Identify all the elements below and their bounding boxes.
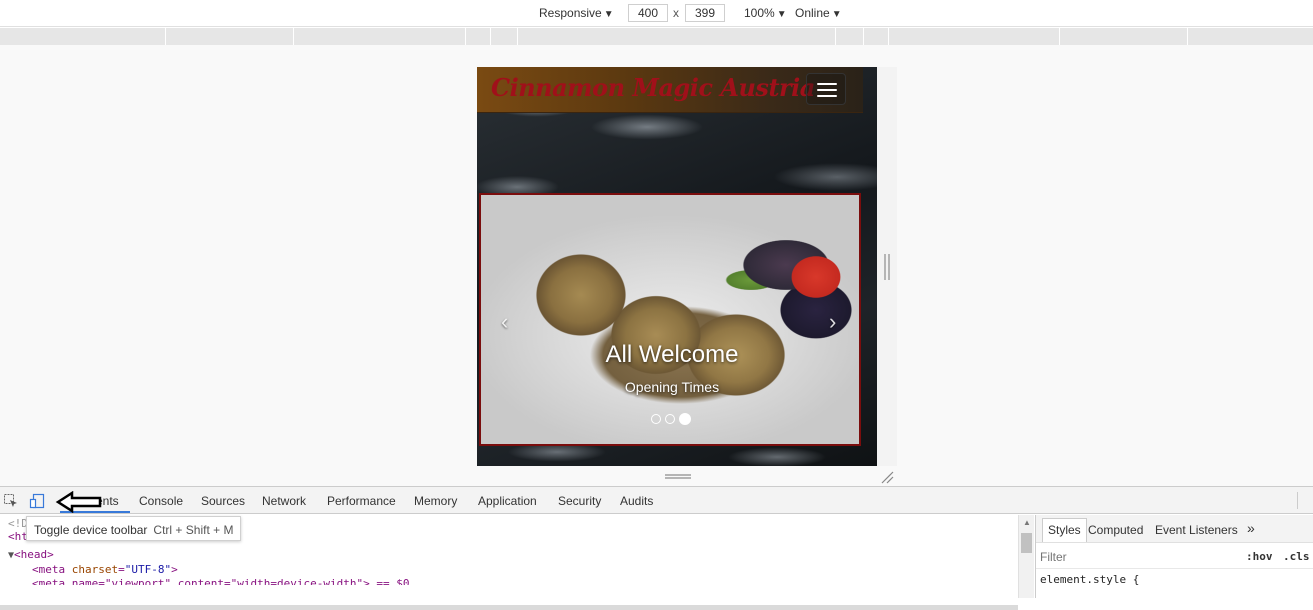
- image-carousel: ‹ › All Welcome Opening Times: [479, 193, 861, 446]
- ruler-tick: [863, 28, 864, 45]
- carousel-indicator-active[interactable]: [679, 412, 691, 425]
- ruler-tick: [293, 28, 294, 45]
- device-toolbar: Responsive▼ x 100%▼ Online▼: [0, 0, 1313, 27]
- tooltip-label: Toggle device toolbar: [34, 523, 148, 537]
- tab-performance[interactable]: Performance: [327, 494, 396, 508]
- hamburger-bar: [817, 95, 837, 97]
- inspect-element-icon[interactable]: [3, 493, 19, 509]
- throttling-select[interactable]: Online ▼: [795, 6, 842, 20]
- device-select[interactable]: Responsive ▼: [539, 6, 614, 20]
- viewport-height-input[interactable]: [685, 4, 725, 22]
- chevron-down-icon: ▼: [776, 9, 787, 20]
- code-line-meta-viewport[interactable]: <meta name="viewport" content="width=dev…: [32, 577, 410, 585]
- tab-security[interactable]: Security: [558, 494, 601, 508]
- carousel-indicators: [651, 411, 695, 425]
- element-style-rule[interactable]: element.style {: [1040, 573, 1139, 586]
- ruler-tick: [465, 28, 466, 45]
- meta-close: >: [171, 563, 178, 576]
- carousel-indicator[interactable]: [665, 413, 675, 424]
- tabbar-divider: [1297, 492, 1298, 509]
- device-toolbar-toggle-icon[interactable]: [29, 493, 45, 509]
- ruler-tick: [165, 28, 166, 45]
- tab-audits[interactable]: Audits: [620, 494, 653, 508]
- tab-memory[interactable]: Memory: [414, 494, 457, 508]
- meta-attr-name: charset: [71, 563, 119, 576]
- chevron-down-icon: ▼: [831, 9, 842, 20]
- styles-sidebar: Styles Computed Event Listeners » :hov .…: [1035, 515, 1313, 598]
- device-select-label: Responsive: [539, 6, 602, 20]
- ruler-tick: [835, 28, 836, 45]
- hover-state-button[interactable]: :hov: [1246, 550, 1273, 563]
- tab-computed[interactable]: Computed: [1088, 523, 1143, 537]
- site-navbar: Cinnamon Magic Austria: [477, 67, 863, 113]
- tab-styles[interactable]: Styles: [1042, 518, 1087, 542]
- emulated-page: Cinnamon Magic Austria ‹ › All Welcome O…: [477, 67, 877, 466]
- tab-event-listeners[interactable]: Event Listeners: [1155, 523, 1238, 537]
- styles-filter-row: :hov .cls: [1036, 543, 1313, 569]
- ruler-tick: [1187, 28, 1188, 45]
- styles-filter-input[interactable]: [1040, 548, 1220, 565]
- meta-attr-value: "UTF-8": [124, 563, 172, 576]
- hamburger-menu-button[interactable]: [806, 73, 846, 105]
- horizontal-scrollbar[interactable]: [0, 605, 1018, 610]
- resize-handle-bottom[interactable]: [665, 474, 691, 479]
- zoom-select[interactable]: 100% ▼: [744, 6, 787, 20]
- tooltip-shortcut: Ctrl + Shift + M: [153, 523, 234, 537]
- tab-sources[interactable]: Sources: [201, 494, 245, 508]
- ruler-tick: [490, 28, 491, 45]
- more-tabs-icon[interactable]: »: [1247, 520, 1255, 536]
- class-toggle-button[interactable]: .cls: [1283, 550, 1310, 563]
- hamburger-bar: [817, 83, 837, 85]
- meta-open-tag: <meta: [32, 563, 72, 576]
- code-line-meta-charset[interactable]: <meta charset="UTF-8">: [32, 563, 178, 576]
- devtools-panel: ents Console Sources Network Performance…: [0, 486, 1313, 610]
- ruler-tick: [888, 28, 889, 45]
- head-tag: <head>: [14, 548, 54, 561]
- carousel-prev-icon[interactable]: ‹: [501, 309, 508, 335]
- styles-tabbar: Styles Computed Event Listeners »: [1036, 515, 1313, 543]
- annotation-arrow-icon: [55, 491, 102, 513]
- carousel-indicator[interactable]: [651, 413, 661, 424]
- resize-corner-icon[interactable]: [880, 470, 894, 484]
- carousel-title: All Welcome: [605, 341, 739, 368]
- ruler-tick: [1059, 28, 1060, 45]
- media-query-ruler[interactable]: [0, 28, 1313, 45]
- throttling-select-label: Online: [795, 6, 830, 20]
- site-brand[interactable]: Cinnamon Magic Austria: [491, 73, 815, 102]
- devtools-tabbar: ents Console Sources Network Performance…: [0, 487, 1313, 514]
- code-line-doctype[interactable]: <!D: [8, 517, 28, 530]
- scrollbar-thumb[interactable]: [1021, 533, 1032, 553]
- tab-console[interactable]: Console: [139, 494, 183, 508]
- tab-application[interactable]: Application: [478, 494, 537, 508]
- code-line-head[interactable]: ▼<head>: [8, 548, 54, 561]
- viewport-width-input[interactable]: [628, 4, 668, 22]
- carousel-caption: All Welcome Opening Times: [481, 341, 859, 395]
- dimension-separator: x: [673, 6, 679, 20]
- meta-eq: =: [118, 563, 125, 576]
- hamburger-bar: [817, 89, 837, 91]
- tab-network[interactable]: Network: [262, 494, 306, 508]
- resize-handle-right[interactable]: [884, 254, 890, 280]
- scroll-up-icon[interactable]: ▲: [1023, 518, 1031, 527]
- toggle-device-toolbar-tooltip: Toggle device toolbar Ctrl + Shift + M: [26, 516, 242, 541]
- zoom-select-label: 100%: [744, 6, 775, 20]
- carousel-next-icon[interactable]: ›: [829, 309, 836, 335]
- vertical-scrollbar[interactable]: ▲: [1018, 515, 1034, 598]
- ruler-tick: [517, 28, 518, 45]
- carousel-subtitle[interactable]: Opening Times: [481, 379, 859, 395]
- chevron-down-icon: ▼: [603, 9, 614, 20]
